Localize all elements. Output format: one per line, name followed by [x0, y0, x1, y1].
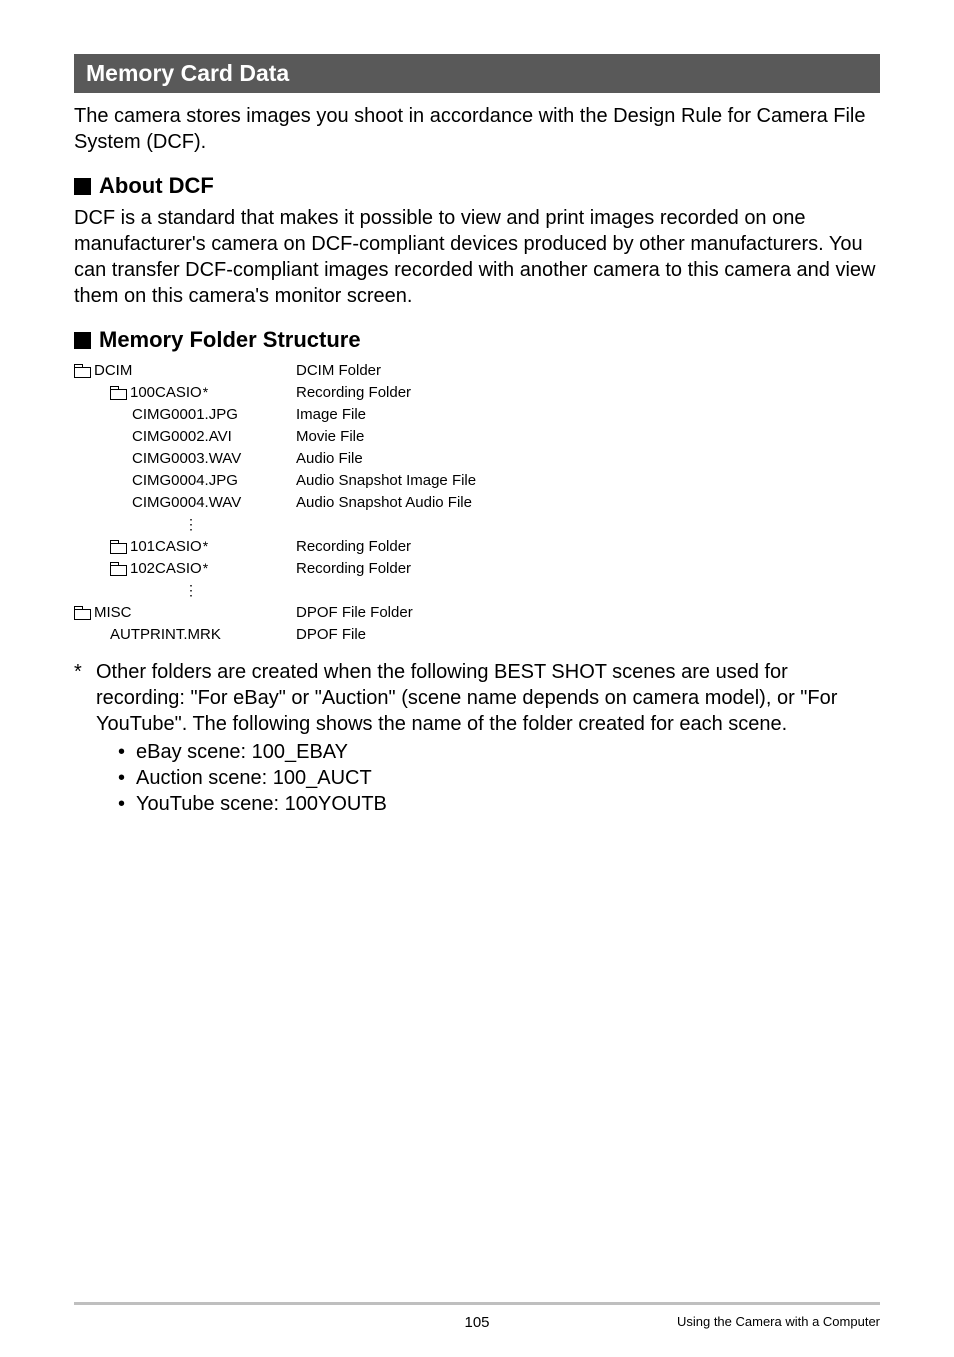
square-bullet-icon	[74, 332, 91, 349]
subheading-folder-structure: Memory Folder Structure	[74, 327, 880, 353]
subheading-text: About DCF	[99, 173, 214, 199]
tree-row-file: CIMG0001.JPG	[74, 403, 284, 425]
asterisk: *	[203, 560, 208, 576]
asterisk: *	[203, 384, 208, 400]
page-number: 105	[464, 1314, 489, 1331]
list-item: YouTube scene: 100YOUTB	[118, 791, 880, 817]
desc-row: Movie File	[296, 425, 476, 447]
list-item: eBay scene: 100_EBAY	[118, 739, 880, 765]
folder-structure-diagram: DCIM 100CASIO* CIMG0001.JPG CIMG0002.AVI…	[74, 359, 880, 645]
tree-row-file: CIMG0002.AVI	[74, 425, 284, 447]
square-bullet-icon	[74, 178, 91, 195]
footer-rule	[74, 1302, 880, 1305]
desc-row: Recording Folder	[296, 557, 476, 579]
vertical-dots: ⋮	[74, 513, 284, 535]
tree-row-misc: MISC	[74, 601, 284, 623]
desc-row: Audio Snapshot Audio File	[296, 491, 476, 513]
tree-label: DCIM	[94, 362, 132, 379]
footer-text: Using the Camera with a Computer	[677, 1314, 880, 1329]
desc-row: DPOF File Folder	[296, 601, 476, 623]
footnote-body: Other folders are created when the follo…	[96, 659, 880, 817]
tree-label: CIMG0004.WAV	[132, 494, 241, 511]
tree-row-file: CIMG0004.WAV	[74, 491, 284, 513]
desc-row: Audio File	[296, 447, 476, 469]
tree-label: 100CASIO	[130, 384, 202, 401]
subheading-about-dcf: About DCF	[74, 173, 880, 199]
tree-label: CIMG0004.JPG	[132, 472, 238, 489]
about-dcf-paragraph: DCF is a standard that makes it possible…	[74, 205, 880, 309]
desc-row: Recording Folder	[296, 535, 476, 557]
folder-icon	[110, 540, 126, 552]
section-header: Memory Card Data	[74, 54, 880, 93]
tree-row-autprint: AUTPRINT.MRK	[74, 623, 284, 645]
tree-label: CIMG0003.WAV	[132, 450, 241, 467]
tree-label: CIMG0002.AVI	[132, 428, 232, 445]
tree-row-dcim: DCIM	[74, 359, 284, 381]
desc-row-blank	[296, 579, 476, 601]
tree-row-file: CIMG0004.JPG	[74, 469, 284, 491]
tree-column: DCIM 100CASIO* CIMG0001.JPG CIMG0002.AVI…	[74, 359, 284, 645]
folder-icon	[74, 606, 90, 618]
tree-label: CIMG0001.JPG	[132, 406, 238, 423]
tree-row-file: CIMG0003.WAV	[74, 447, 284, 469]
tree-row-100casio: 100CASIO*	[74, 381, 284, 403]
tree-label: 102CASIO	[130, 560, 202, 577]
desc-row: DCIM Folder	[296, 359, 476, 381]
subheading-text: Memory Folder Structure	[99, 327, 361, 353]
footnote: * Other folders are created when the fol…	[74, 659, 880, 817]
description-column: DCIM Folder Recording Folder Image File …	[296, 359, 476, 645]
list-item: Auction scene: 100_AUCT	[118, 765, 880, 791]
desc-row: Audio Snapshot Image File	[296, 469, 476, 491]
folder-icon	[110, 562, 126, 574]
tree-label: MISC	[94, 604, 132, 621]
vertical-dots: ⋮	[74, 579, 284, 601]
desc-row: Image File	[296, 403, 476, 425]
footnote-asterisk: *	[74, 659, 96, 817]
folder-icon	[74, 364, 90, 376]
desc-row-blank	[296, 513, 476, 535]
asterisk: *	[203, 538, 208, 554]
scene-bullet-list: eBay scene: 100_EBAY Auction scene: 100_…	[96, 739, 880, 817]
desc-row: DPOF File	[296, 623, 476, 645]
tree-row-102casio: 102CASIO*	[74, 557, 284, 579]
tree-row-101casio: 101CASIO*	[74, 535, 284, 557]
tree-label: 101CASIO	[130, 538, 202, 555]
intro-paragraph: The camera stores images you shoot in ac…	[74, 103, 880, 155]
folder-icon	[110, 386, 126, 398]
footnote-text: Other folders are created when the follo…	[96, 661, 837, 735]
desc-row: Recording Folder	[296, 381, 476, 403]
tree-label: AUTPRINT.MRK	[110, 626, 221, 643]
